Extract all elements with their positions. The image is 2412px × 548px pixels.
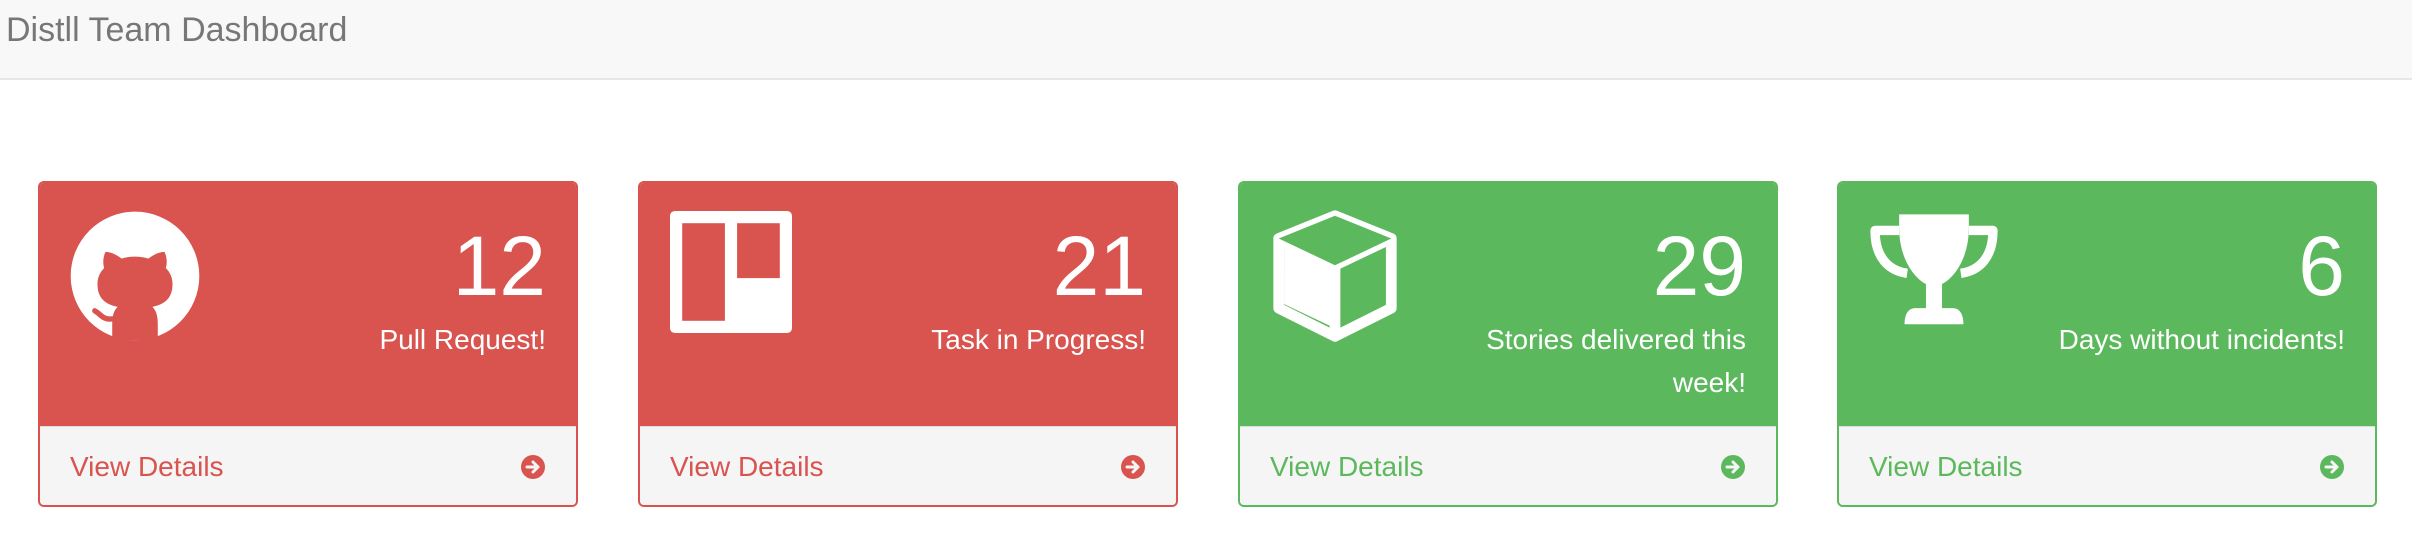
panel-pull-requests: 12 Pull Request! View Details bbox=[38, 181, 578, 507]
panel-footer[interactable]: View Details bbox=[40, 426, 576, 505]
panel-footer[interactable]: View Details bbox=[640, 426, 1176, 505]
panel-days-without-incidents: 6 Days without incidents! View Details bbox=[1837, 181, 2377, 507]
arrow-circle-right-icon[interactable] bbox=[520, 454, 546, 480]
stories-count: 29 bbox=[1652, 219, 1746, 313]
dashboard-title[interactable]: Distll Team Dashboard bbox=[6, 10, 347, 50]
stories-label: Stories delivered this week! bbox=[1486, 324, 1746, 398]
task-count: 21 bbox=[1052, 219, 1146, 313]
arrow-circle-right-icon[interactable] bbox=[2319, 454, 2345, 480]
cube-icon bbox=[1268, 209, 1402, 343]
panel-heading: 12 Pull Request! bbox=[40, 183, 576, 426]
task-label: Task in Progress! bbox=[931, 324, 1146, 355]
panel-stories-delivered: 29 Stories delivered this week! View Det… bbox=[1238, 181, 1778, 507]
view-details-link[interactable]: View Details bbox=[70, 449, 224, 485]
view-details-link[interactable]: View Details bbox=[1270, 449, 1424, 485]
panel-heading: 21 Task in Progress! bbox=[640, 183, 1176, 426]
arrow-circle-right-icon[interactable] bbox=[1120, 454, 1146, 480]
pull-request-count: 12 bbox=[452, 219, 546, 313]
panel-footer[interactable]: View Details bbox=[1839, 426, 2375, 505]
navbar: Distll Team Dashboard bbox=[0, 0, 2412, 80]
days-label: Days without incidents! bbox=[2058, 324, 2345, 355]
panel-footer[interactable]: View Details bbox=[1240, 426, 1776, 505]
panel-heading: 29 Stories delivered this week! bbox=[1240, 183, 1776, 426]
view-details-link[interactable]: View Details bbox=[670, 449, 824, 485]
days-count: 6 bbox=[2298, 219, 2345, 313]
arrow-circle-right-icon[interactable] bbox=[1720, 454, 1746, 480]
github-icon bbox=[68, 209, 202, 343]
panel-heading: 6 Days without incidents! bbox=[1839, 183, 2375, 426]
trophy-icon bbox=[1867, 209, 2001, 343]
trello-icon bbox=[670, 211, 792, 333]
view-details-link[interactable]: View Details bbox=[1869, 449, 2023, 485]
pull-request-label: Pull Request! bbox=[379, 324, 546, 355]
panel-tasks-in-progress: 21 Task in Progress! View Details bbox=[638, 181, 1178, 507]
